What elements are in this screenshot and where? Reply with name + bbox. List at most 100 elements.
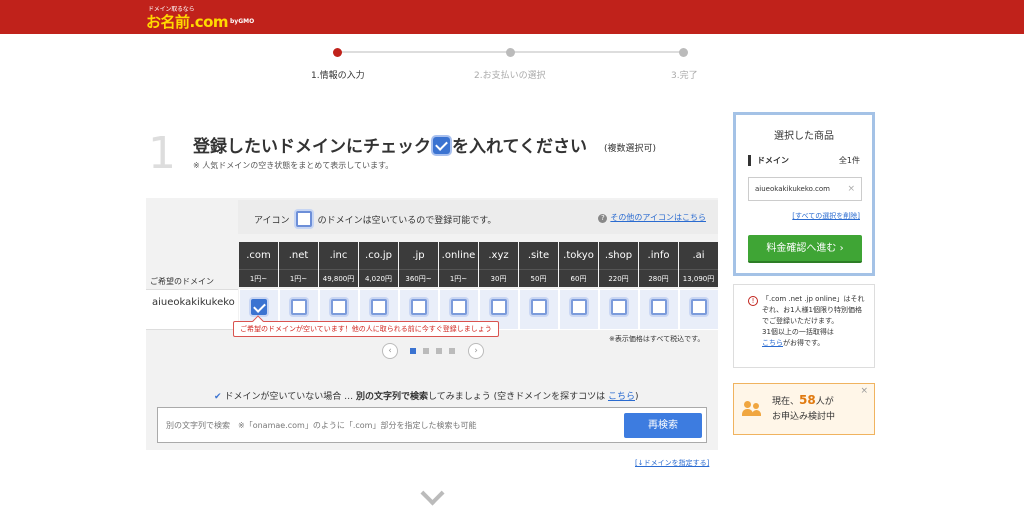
cart-title: 選択した商品 <box>774 131 834 142</box>
bulk-link[interactable]: こちら <box>762 339 783 347</box>
tld-header: .info <box>639 242 678 269</box>
domain-checkbox[interactable] <box>691 298 707 315</box>
page-dot[interactable] <box>423 348 429 354</box>
next-page-button[interactable]: › <box>468 343 484 359</box>
notice-text: 「.com .net .jp online」はそれぞれ、お1人様1個限り特別価格… <box>762 295 865 325</box>
tld-price: 60円 <box>559 269 598 287</box>
tld-price: 220円 <box>599 269 638 287</box>
tld-header: .site <box>519 242 558 269</box>
tld-cell <box>599 289 639 330</box>
cart-count: 全1件 <box>838 156 860 165</box>
tld-header: .ai <box>679 242 718 269</box>
viewer-unit: 人が <box>815 397 834 407</box>
tld-header: .xyz <box>479 242 518 269</box>
tld-price: 13,090円 <box>679 269 718 287</box>
tld-cell <box>639 289 679 330</box>
sub-note: ※ 人気ドメインの空き状態をまとめて表示しています。 <box>193 161 394 170</box>
viewer-line2: お申込み検討中 <box>772 412 836 422</box>
tax-note: ※表示価格はすべて税込です。 <box>609 335 705 343</box>
search-input[interactable] <box>166 416 606 434</box>
cart-section-label: ドメイン <box>748 155 789 166</box>
page-title: 登録したいドメインにチェック を入れてください <box>193 132 587 157</box>
specify-domain-link[interactable]: [↓ドメインを指定する] <box>635 458 709 468</box>
tld-price: 4,020円 <box>359 269 398 287</box>
chevron-down-icon[interactable] <box>420 487 444 511</box>
tld-price: 1円~ <box>439 269 478 287</box>
search-hint: ✔ ドメインが空いていない場合 … 別の文字列で検索してみましょう (空きドメイン… <box>214 389 639 402</box>
title-part-1: 登録したいドメインにチェック <box>193 137 431 157</box>
cart-item-name: aiueokakikukeko.com <box>755 185 831 193</box>
legend-prefix: アイコン <box>254 216 290 226</box>
availability-tooltip: ご希望のドメインが空いています！他の人に取られる前に今すぐ登録しましょう <box>233 321 499 337</box>
tld-header: .co.jp <box>359 242 398 269</box>
people-icon <box>742 401 762 417</box>
tips-link[interactable]: こちら <box>608 392 635 402</box>
multi-select-note: (複数選択可) <box>604 144 657 154</box>
tld-header: .tokyo <box>559 242 598 269</box>
legend-suffix: のドメインは空いているので登録可能です。 <box>317 216 497 226</box>
domain-checkbox[interactable] <box>371 298 387 315</box>
notice-text-3: がお得です。 <box>783 339 825 347</box>
page-dot[interactable] <box>449 348 455 354</box>
tld-header: .online <box>439 242 478 269</box>
hint-prefix: ドメインが空いていない場合 … <box>224 392 356 402</box>
tld-cell <box>559 289 599 330</box>
selected-items-panel: 選択した商品 ドメイン 全1件 aiueokakikukeko.com × [す… <box>733 112 875 276</box>
domain-checkbox[interactable] <box>491 298 507 315</box>
viewer-count: 58 <box>799 393 816 407</box>
domain-checkbox[interactable] <box>411 298 427 315</box>
domain-checkbox[interactable] <box>531 298 547 315</box>
tld-price: 1円~ <box>279 269 318 287</box>
close-icon[interactable]: × <box>860 386 868 396</box>
domain-checkbox[interactable] <box>571 298 587 315</box>
tld-header: .net <box>279 242 318 269</box>
tld-price: 49,800円 <box>319 269 358 287</box>
tld-header: .inc <box>319 242 358 269</box>
step-2-label: 2.お支払いの選択 <box>474 71 546 81</box>
domain-checkbox[interactable] <box>451 298 467 315</box>
step-3-label: 3.完了 <box>671 71 698 81</box>
other-icons-link-text: その他のアイコンはこちら <box>610 213 706 222</box>
page-dot[interactable] <box>436 348 442 354</box>
research-button[interactable]: 再検索 <box>624 413 702 438</box>
viewer-prefix: 現在、 <box>772 397 800 407</box>
domain-checkbox[interactable] <box>651 298 667 315</box>
info-icon: ! <box>748 296 758 306</box>
domain-checkbox[interactable] <box>331 298 347 315</box>
page-dot[interactable] <box>410 348 416 354</box>
logo-gmo: byGMO <box>230 18 255 25</box>
proceed-button[interactable]: 料金確認へ進む › <box>748 235 862 263</box>
viewer-count-box: 現在、58人が お申込み検討中 × <box>733 383 875 435</box>
step-3-dot <box>679 48 688 57</box>
tld-cell <box>519 289 559 330</box>
hint-suffix: ) <box>635 392 639 402</box>
legend-bar: アイコン のドメインは空いているので登録可能です。 ? その他のアイコンはこちら <box>238 200 718 234</box>
pager: ‹ › <box>382 343 484 359</box>
onamae-logo[interactable]: ドメイン取るなら お名前.com byGMO <box>146 4 255 31</box>
step-1-dot <box>333 48 342 57</box>
tld-cell <box>679 289 719 330</box>
domain-name-cell: aiueokakikukeko <box>146 289 238 330</box>
tld-header: .com <box>239 242 278 269</box>
tld-price: 360円~ <box>399 269 438 287</box>
other-icons-link[interactable]: ? その他のアイコンはこちら <box>598 212 706 223</box>
tld-header: .jp <box>399 242 438 269</box>
domain-checkbox[interactable] <box>291 298 307 315</box>
price-notice: ! 「.com .net .jp online」はそれぞれ、お1人様1個限り特別… <box>733 284 875 368</box>
tld-price: 1円~ <box>239 269 278 287</box>
notice-text-2: 31個以上の一括取得は <box>762 328 834 336</box>
search-box: 再検索 <box>157 407 707 443</box>
logo-main: お名前.com <box>146 13 229 31</box>
domain-checkbox[interactable] <box>611 298 627 315</box>
prev-page-button[interactable]: ‹ <box>382 343 398 359</box>
domain-checkbox[interactable] <box>251 298 267 315</box>
remove-all-link[interactable]: [すべての選択を削除] <box>792 211 860 221</box>
available-icon <box>295 211 312 227</box>
step-1-label: 1.情報の入力 <box>311 71 365 81</box>
wanted-domain-label: ご希望のドメイン <box>150 277 214 286</box>
step-2-dot <box>506 48 515 57</box>
remove-item-icon[interactable]: × <box>847 178 855 200</box>
top-bar: ドメイン取るなら お名前.com byGMO <box>0 0 1024 34</box>
hint-mid: してみましょう (空きドメインを探すコツは <box>428 392 608 402</box>
tld-price: 30円 <box>479 269 518 287</box>
